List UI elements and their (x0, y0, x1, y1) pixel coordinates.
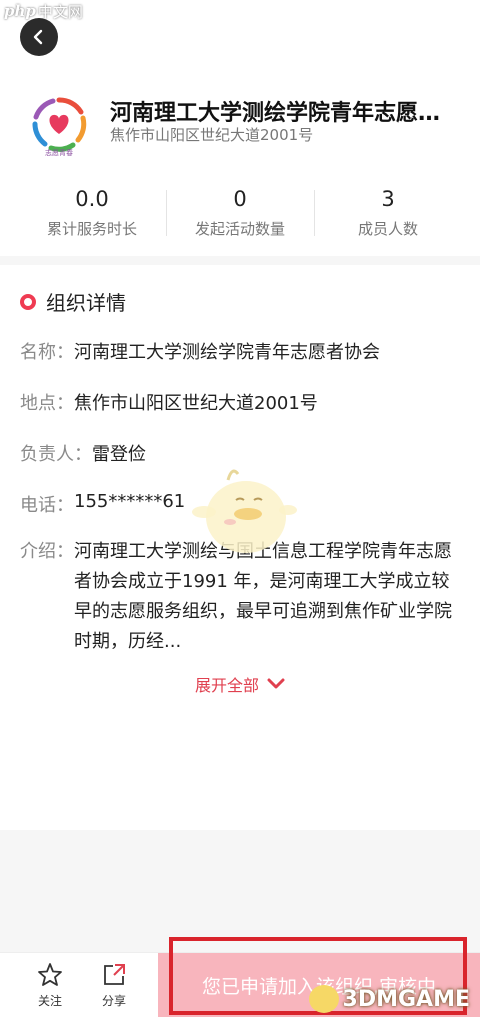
stat-service-hours: 0.0 累计服务时长 (18, 186, 166, 242)
stats-row: 0.0 累计服务时长 0 发起活动数量 3 成员人数 (18, 186, 462, 242)
3dm-watermark: 3DMGAME (308, 985, 470, 1013)
follow-button[interactable]: 关注 (18, 953, 82, 1017)
stat-label: 发起活动数量 (194, 220, 285, 238)
back-button[interactable] (20, 18, 58, 56)
detail-location-row: 地点： 焦作市山阳区世纪大道2001号 (20, 393, 318, 414)
stat-value: 0 (233, 187, 247, 211)
org-logo: 志愿青春 (26, 92, 92, 158)
stat-label: 累计服务时长 (46, 220, 137, 238)
chevron-left-icon (33, 29, 43, 45)
stat-activities: 0 发起活动数量 (166, 186, 314, 242)
detail-name-row: 名称： 河南理工大学测绘学院青年志愿者协会 (20, 342, 380, 363)
org-address: 焦作市山阳区世纪大道2001号 (110, 126, 314, 144)
chevron-down-icon (267, 678, 285, 689)
org-header: 志愿青春 河南理工大学测绘学院青年志愿者... 焦作市山阳区世纪大道2001号 … (0, 0, 480, 256)
stat-members[interactable]: 3 成员人数 (314, 186, 462, 242)
stat-value: 3 (381, 187, 395, 211)
org-name: 河南理工大学测绘学院青年志愿者... (110, 101, 460, 126)
svg-text:志愿青春: 志愿青春 (45, 148, 73, 157)
share-button[interactable]: 分享 (82, 953, 146, 1017)
star-icon (38, 962, 62, 986)
mascot-watermark-icon (188, 462, 298, 562)
detail-leader-row: 负责人： 雷登俭 (20, 444, 146, 465)
expand-all-button[interactable]: 展开全部 (0, 672, 480, 696)
stat-value: 0.0 (75, 187, 109, 211)
share-icon (104, 963, 125, 985)
record-dot-icon (20, 293, 36, 310)
php-watermark: php 中文网 (4, 2, 83, 21)
stat-label: 成员人数 (357, 220, 418, 238)
chick-icon (308, 985, 339, 1013)
section-title: 组织详情 (20, 287, 126, 316)
detail-phone-row[interactable]: 电话： 155******61 (20, 491, 185, 517)
